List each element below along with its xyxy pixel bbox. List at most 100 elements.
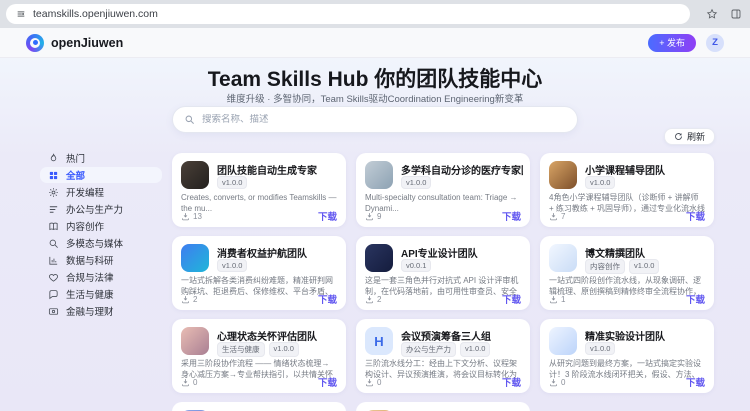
url-text: teamskills.openjiuwen.com <box>33 8 158 20</box>
search-bar[interactable] <box>172 106 578 133</box>
version-badge: v0.0.1 <box>401 259 431 272</box>
magnifier-icon <box>48 238 59 249</box>
skill-card[interactable]: 多学科自动分诊的医疗专家团队 v1.0.0 Multi-specialty co… <box>356 153 530 227</box>
screen: teamskills.openjiuwen.com openJiuwen + 发… <box>0 0 750 411</box>
download-count: 13 <box>181 212 202 221</box>
version-badge: v1.0.0 <box>217 259 247 272</box>
gear-icon <box>48 187 59 198</box>
skill-app-icon <box>549 161 577 189</box>
brand-logo-icon[interactable] <box>26 34 44 52</box>
sidebar-item-health[interactable]: 生活与健康 <box>40 286 162 302</box>
skill-title: 会议预演筹备三人组 <box>401 328 523 343</box>
bar-chart-icon <box>48 255 59 266</box>
skill-card[interactable]: 团队技能自动生成专家 v1.0.0 Creates, converts, or … <box>172 153 346 227</box>
download-link[interactable]: 下载 <box>318 375 337 389</box>
sidebar-item-legal[interactable]: 合规与法律 <box>40 269 162 285</box>
skill-app-icon <box>181 244 209 272</box>
download-count-icon <box>365 378 374 387</box>
sidebar-item-label: 生活与健康 <box>66 287 114 301</box>
download-count-icon <box>549 378 558 387</box>
download-count: 2 <box>365 295 381 304</box>
heart-icon <box>48 272 59 283</box>
download-link[interactable]: 下载 <box>502 292 521 306</box>
address-bar[interactable]: teamskills.openjiuwen.com <box>6 4 690 24</box>
sidebar-item-label: 多模态与媒体 <box>66 236 123 250</box>
sidebar-item-finance[interactable]: 金融与理财 <box>40 303 162 319</box>
tag-badge: 生活与健康 <box>217 342 265 357</box>
download-count: 9 <box>365 212 381 221</box>
sidebar-item-label: 金融与理财 <box>66 304 114 318</box>
sidebar-item-label: 办公与生产力 <box>66 202 123 216</box>
skill-card[interactable]: 心理状态关怀评估团队 生活与健康v1.0.0 采用三阶段协作流程 —— 情绪状态… <box>172 319 346 393</box>
download-count-icon <box>365 212 374 221</box>
sidebar-item-content[interactable]: 内容创作 <box>40 218 162 234</box>
grid-icon <box>48 170 59 181</box>
refresh-button[interactable]: 刷新 <box>664 128 715 145</box>
skill-app-icon <box>549 327 577 355</box>
sidebar-item-hot[interactable]: 热门 <box>40 150 162 166</box>
version-badge: v1.0.0 <box>585 342 615 355</box>
download-link[interactable]: 下载 <box>686 292 705 306</box>
publish-button[interactable]: + 发布 <box>648 34 696 52</box>
skill-card[interactable]: 消费者权益护航团队 v1.0.0 一站式拆解各类消费纠纷难题，精准研判网购踩坑、… <box>172 236 346 310</box>
sidebar-item-media[interactable]: 多模态与媒体 <box>40 235 162 251</box>
site-info-icon[interactable] <box>16 9 26 19</box>
sidebar-item-label: 合规与法律 <box>66 270 114 284</box>
skill-app-icon <box>181 327 209 355</box>
skill-app-icon: H <box>365 327 393 355</box>
download-link[interactable]: 下载 <box>318 209 337 223</box>
skill-app-icon <box>365 161 393 189</box>
version-badge: v1.0.0 <box>460 342 490 357</box>
sidebar-item-office[interactable]: 办公与生产力 <box>40 201 162 217</box>
skill-card[interactable]: 精准实验设计团队 v1.0.0 从研究问题到最终方案，一站式搞定实验设计！3 阶… <box>540 319 714 393</box>
download-count-icon <box>181 378 190 387</box>
download-link[interactable]: 下载 <box>502 375 521 389</box>
skill-card[interactable]: 博文精撰团队 内容创作v1.0.0 一站式四阶段创作流水线，从现象调研、逻辑梳理… <box>540 236 714 310</box>
page-subtitle: 维度升级 · 多智协同，Team Skills驱动Coordination En… <box>0 91 750 105</box>
download-link[interactable]: 下载 <box>318 292 337 306</box>
download-count-icon <box>365 295 374 304</box>
sidebar-item-label: 数据与科研 <box>66 253 114 267</box>
download-count: 2 <box>181 295 197 304</box>
tag-badge: 内容创作 <box>585 259 625 274</box>
version-badge: v1.0.0 <box>629 259 659 274</box>
skill-card-partial[interactable] <box>172 402 346 411</box>
download-count: 0 <box>549 378 565 387</box>
skill-title: 心理状态关怀评估团队 <box>217 328 339 343</box>
skill-title: 博文精撰团队 <box>585 245 707 260</box>
search-icon <box>184 114 195 125</box>
sidebar-item-all[interactable]: 全部 <box>40 167 162 183</box>
version-badge: v1.0.0 <box>585 176 615 189</box>
search-input[interactable] <box>202 114 566 125</box>
skill-card[interactable]: H 会议预演筹备三人组 办公与生产力v1.0.0 三阶流水线分工：经由上下文分析… <box>356 319 530 393</box>
app-header: openJiuwen + 发布 Z <box>0 28 750 58</box>
download-count-icon <box>181 212 190 221</box>
user-avatar[interactable]: Z <box>706 34 724 52</box>
sidebar-item-label: 热门 <box>66 151 85 165</box>
money-icon <box>48 306 59 317</box>
category-sidebar: 热门 全部 开发编程 办公与生产力 内容创作 多模态与媒体 <box>40 150 162 319</box>
download-link[interactable]: 下载 <box>686 375 705 389</box>
download-count-icon <box>549 295 558 304</box>
skill-card[interactable]: 小学课程辅导团队 v1.0.0 4角色小学课程辅导团队（诊断师 + 讲解师 + … <box>540 153 714 227</box>
sidebar-item-label: 全部 <box>66 168 85 182</box>
sidebar-item-data[interactable]: 数据与科研 <box>40 252 162 268</box>
version-badge: v1.0.0 <box>401 176 431 189</box>
download-link[interactable]: 下载 <box>686 209 705 223</box>
skills-card-grid: 团队技能自动生成专家 v1.0.0 Creates, converts, or … <box>172 153 714 393</box>
chat-bubble-icon <box>48 289 59 300</box>
download-count: 0 <box>365 378 381 387</box>
bookmark-star-icon[interactable] <box>706 8 718 20</box>
sidebar-item-label: 内容创作 <box>66 219 104 233</box>
skill-card[interactable]: API专业设计团队 v0.0.1 这是一套三角色并行对抗式 API 设计评审机制… <box>356 236 530 310</box>
download-link[interactable]: 下载 <box>502 209 521 223</box>
skill-card-partial[interactable] <box>356 402 530 411</box>
download-count-icon <box>549 212 558 221</box>
download-count: 0 <box>181 378 197 387</box>
sidebar-item-dev[interactable]: 开发编程 <box>40 184 162 200</box>
page-title: Team Skills Hub 你的团队技能中心 <box>0 63 750 93</box>
skill-title: 团队技能自动生成专家 <box>217 162 339 177</box>
list-icon <box>48 204 59 215</box>
browser-panel-icon[interactable] <box>730 8 742 20</box>
skill-app-icon <box>181 161 209 189</box>
